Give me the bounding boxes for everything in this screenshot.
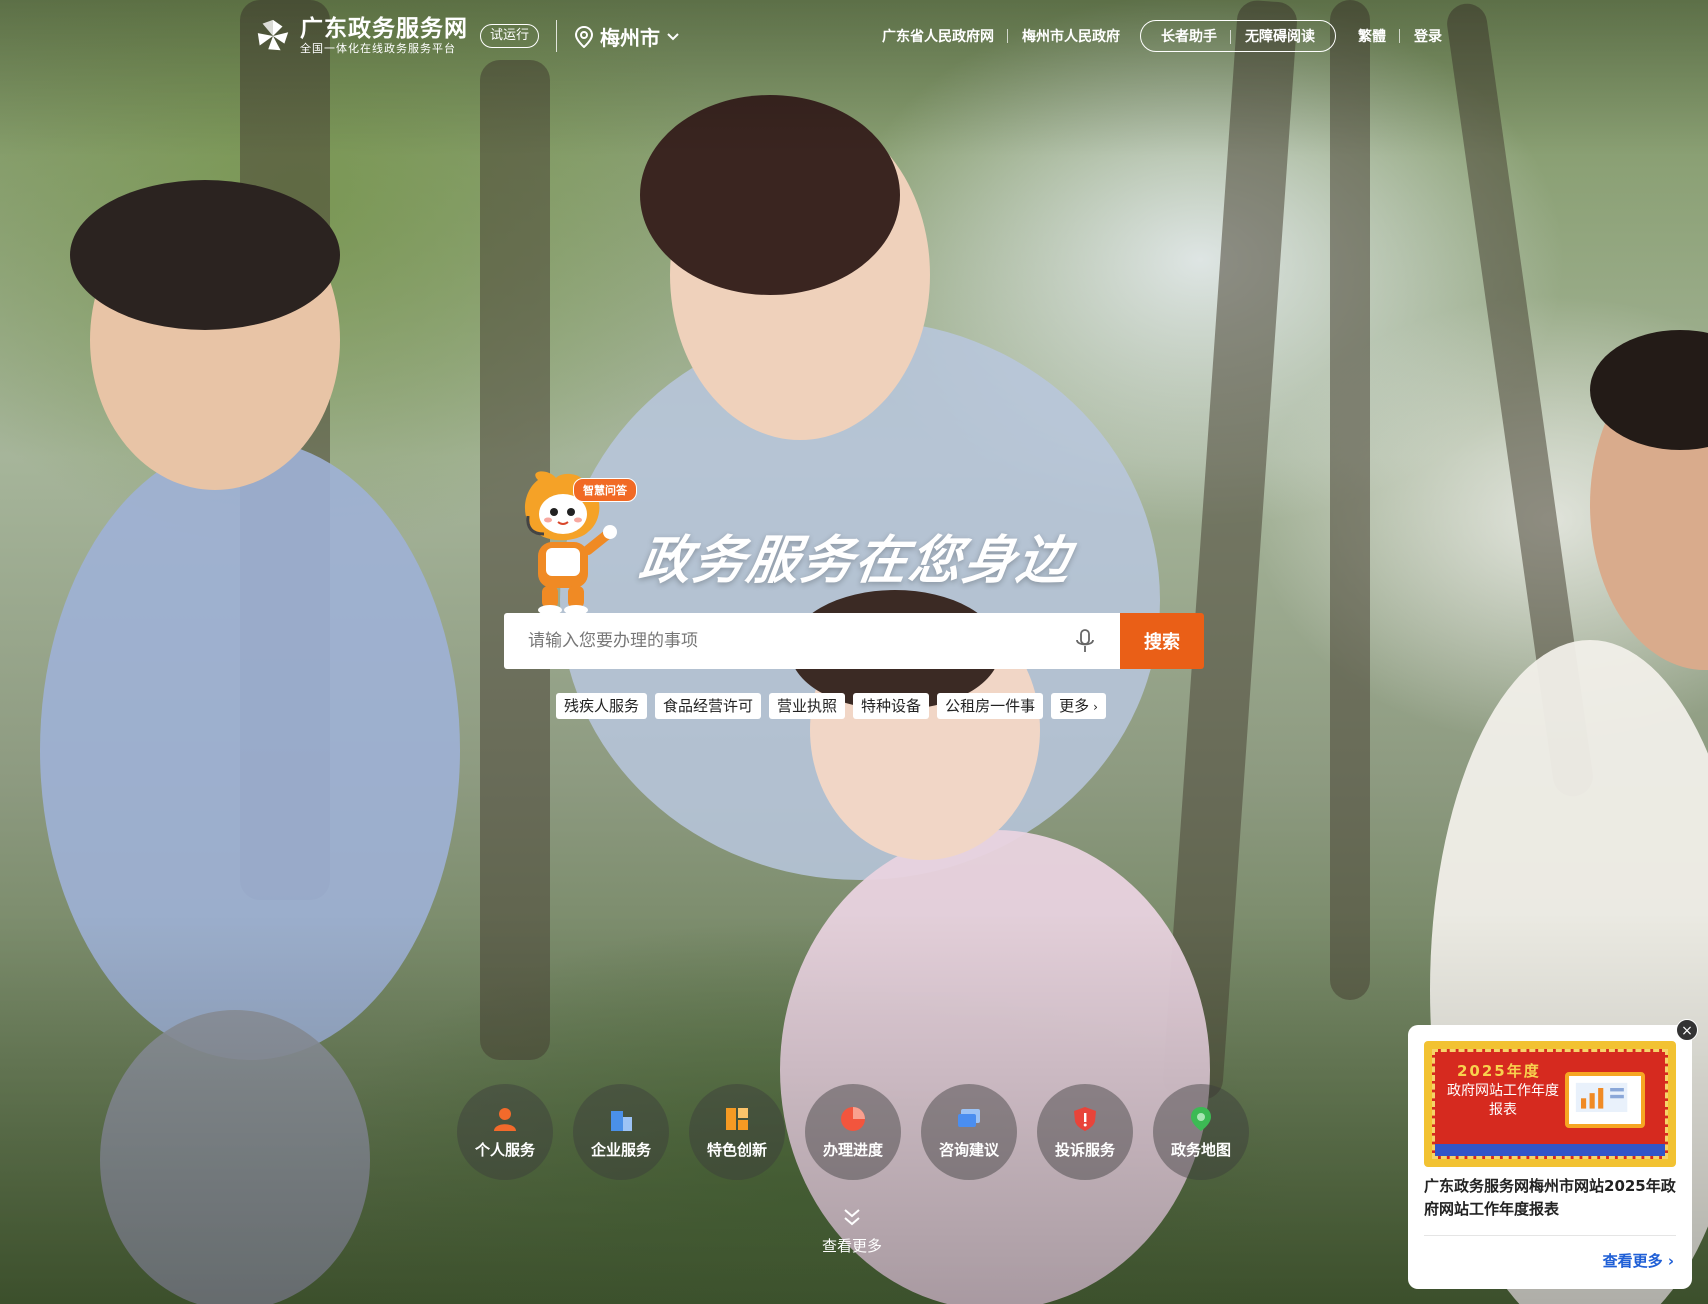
building-icon [611, 1110, 632, 1131]
logo-text: 广东政务服务网 全国一体化在线政务服务平台 [300, 16, 468, 56]
tag-more-label: 更多 [1059, 697, 1090, 715]
city-name: 梅州市 [600, 26, 660, 50]
view-more-label: 查看更多 [822, 1237, 883, 1255]
hot-search-tags: 残疾人服务 食品经营许可 营业执照 特种设备 公租房一件事 更多 › [556, 693, 1106, 719]
elder-assistant-button[interactable]: 长者助手 [1147, 26, 1231, 46]
stamp-image: 2025年度 政府网站工作年度报表 [1432, 1049, 1668, 1159]
annual-report-popup[interactable]: 2025年度 政府网站工作年度报表 广东政务服务网梅州市网站2025年政府网站工… [1408, 1025, 1692, 1289]
stamp-title: 政府网站工作年度报表 [1447, 1083, 1559, 1118]
search-bar: 搜索 [504, 613, 1204, 669]
service-label: 企业服务 [590, 1140, 651, 1159]
tag-business-license[interactable]: 营业执照 [769, 693, 846, 719]
service-label: 办理进度 [822, 1140, 883, 1159]
search-input[interactable] [528, 631, 1074, 651]
view-more-button[interactable]: 查看更多 [822, 1207, 882, 1256]
service-map[interactable]: 政务地图 [1153, 1084, 1249, 1180]
annual-report-banner[interactable]: 2025年度 政府网站工作年度报表 [1424, 1041, 1676, 1167]
pie-progress-icon [841, 1106, 865, 1131]
service-consult[interactable]: 咨询建议 [921, 1084, 1017, 1180]
service-complaint[interactable]: 投诉服务 [1037, 1084, 1133, 1180]
report-monitor-icon [1565, 1072, 1645, 1128]
service-innovation[interactable]: 特色创新 [689, 1084, 785, 1180]
site-logo[interactable]: 广东政务服务网 全国一体化在线政务服务平台 [254, 16, 468, 56]
top-header: 广东政务服务网 全国一体化在线政务服务平台 试运行 梅州市 广东省人民政府网 梅… [0, 0, 1708, 76]
hero-slogan: 政务服务在您身边 [635, 531, 1076, 591]
header-divider [556, 20, 557, 52]
smart-qa-bubble[interactable]: 智慧问答 [573, 478, 637, 502]
location-pin-icon [574, 25, 594, 48]
site-tagline: 全国一体化在线政务服务平台 [300, 42, 456, 55]
service-label: 特色创新 [706, 1140, 767, 1159]
city-selector[interactable]: 梅州市 [574, 22, 680, 51]
service-shortcuts: 个人服务 企业服务 特色创新 办理进度 咨询建议 投诉服务 政务地图 [457, 1084, 1249, 1180]
microphone-icon[interactable] [1074, 628, 1096, 654]
chevron-right-icon: › [1093, 700, 1098, 714]
tag-special-equipment[interactable]: 特种设备 [853, 693, 930, 719]
pinwheel-logo-icon [257, 19, 289, 51]
service-enterprise[interactable]: 企业服务 [573, 1084, 669, 1180]
service-personal[interactable]: 个人服务 [457, 1084, 553, 1180]
login-link[interactable]: 登录 [1400, 26, 1456, 46]
search-button[interactable]: 搜索 [1120, 613, 1204, 669]
search-box [504, 613, 1120, 669]
top-nav: 广东省人民政府网 梅州市人民政府 长者助手 无障碍阅读 繁體 登录 [868, 20, 1456, 52]
chevron-right-icon: › [1667, 1252, 1674, 1270]
popup-close-icon[interactable]: × [1676, 1019, 1698, 1041]
accessible-reading-button[interactable]: 无障碍阅读 [1231, 26, 1329, 46]
traditional-chinese-toggle[interactable]: 繁體 [1344, 26, 1400, 46]
popup-title[interactable]: 广东政务服务网梅州市网站2025年政府网站工作年度报表 [1424, 1175, 1680, 1221]
person-icon [494, 1107, 516, 1131]
chevron-down-icon [667, 32, 679, 40]
stamp-base [1435, 1144, 1665, 1156]
site-name: 广东政务服务网 [300, 16, 468, 42]
double-chevron-down-icon [844, 1209, 860, 1226]
popup-view-more-label: 查看更多 [1602, 1252, 1663, 1270]
trial-badge: 试运行 [480, 24, 540, 48]
service-label: 咨询建议 [938, 1140, 999, 1159]
grid-icon [726, 1107, 748, 1130]
tag-disability-services[interactable]: 残疾人服务 [556, 693, 648, 719]
tag-more[interactable]: 更多 › [1051, 693, 1106, 719]
map-pin-icon [1191, 1106, 1211, 1131]
chat-icon [958, 1108, 980, 1127]
stamp-year: 2025年度 [1457, 1062, 1541, 1080]
service-label: 政务地图 [1170, 1140, 1231, 1159]
service-label: 个人服务 [474, 1140, 535, 1159]
tag-food-license[interactable]: 食品经营许可 [655, 693, 762, 719]
tag-public-rental-housing[interactable]: 公租房一件事 [937, 693, 1044, 719]
nav-link-meizhou-gov[interactable]: 梅州市人民政府 [1008, 26, 1134, 46]
popup-divider [1424, 1235, 1676, 1236]
shield-alert-icon [1074, 1106, 1096, 1131]
accessibility-pill: 长者助手 无障碍阅读 [1140, 20, 1336, 52]
nav-link-guangdong-gov[interactable]: 广东省人民政府网 [868, 26, 1008, 46]
popup-view-more-link[interactable]: 查看更多 › [1603, 1250, 1674, 1271]
service-label: 投诉服务 [1054, 1140, 1115, 1159]
service-progress[interactable]: 办理进度 [805, 1084, 901, 1180]
